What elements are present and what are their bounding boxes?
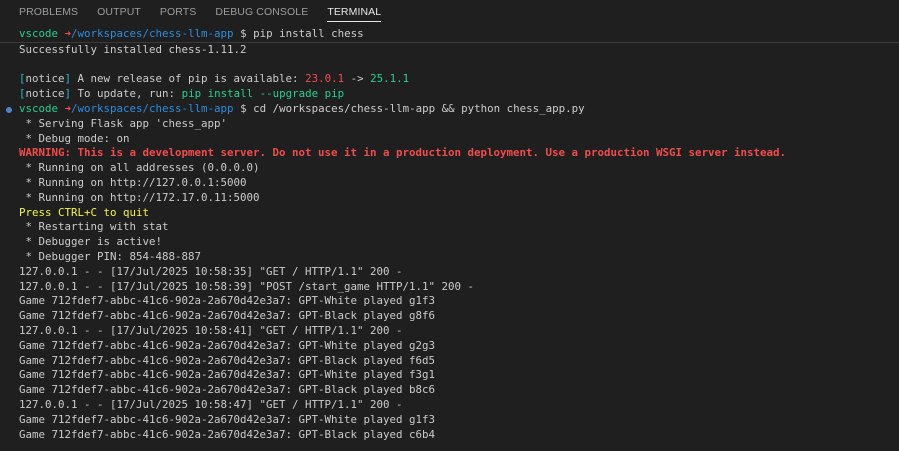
terminal-quit-hint: Press CTRL+C to quit: [19, 205, 150, 219]
log-line: Game 712fdef7-abbc-41c6-902a-2a670d42e3a…: [19, 309, 436, 323]
terminal-line: * Restarting with stat: [19, 220, 169, 234]
tab-ports[interactable]: PORTS: [160, 0, 196, 25]
log-line: Game 712fdef7-abbc-41c6-902a-2a670d42e3a…: [19, 338, 436, 352]
tab-terminal[interactable]: TERMINAL: [327, 0, 381, 25]
command-status-dot-icon[interactable]: [6, 106, 12, 113]
prompt-user: vscode: [19, 27, 59, 40]
terminal-output[interactable]: vscode ➜/workspaces/chess-llm-app $ pip …: [0, 27, 899, 451]
notice-tag: notice: [25, 87, 65, 101]
log-line: Game 712fdef7-abbc-41c6-902a-2a670d42e3a…: [19, 368, 436, 382]
log-line: 127.0.0.1 - - [17/Jul/2025 10:58:41] "GE…: [19, 323, 403, 337]
terminal-warning-line: WARNING: This is a development server. D…: [19, 146, 787, 160]
pip-old-version: 23.0.1: [305, 72, 345, 86]
log-line: 127.0.0.1 - - [17/Jul/2025 10:58:47] "GE…: [19, 397, 403, 411]
notice-arrow: ->: [344, 72, 371, 86]
prompt-path: /workspaces/chess-llm-app: [71, 101, 234, 115]
prompt-user: vscode: [19, 101, 59, 115]
notice-text: A new release of pip is available:: [71, 72, 306, 86]
terminal-line: * Debug mode: on: [19, 131, 130, 145]
terminal-prompt-line: vscode ➜/workspaces/chess-llm-app $ cd /…: [0, 102, 899, 117]
terminal-notice-line: [notice] To update, run: pip install --u…: [0, 87, 899, 102]
pip-new-version: 25.1.1: [370, 72, 410, 86]
pip-upgrade-command: pip install --upgrade pip: [181, 87, 345, 101]
terminal-line: * Running on all addresses (0.0.0.0): [19, 161, 260, 175]
terminal-notice-line: [notice] A new release of pip is availab…: [0, 72, 899, 87]
notice-text: To update, run:: [71, 87, 182, 101]
prompt-dollar: $: [240, 27, 247, 40]
log-line: 127.0.0.1 - - [17/Jul/2025 10:58:39] "PO…: [19, 279, 475, 293]
prompt-command: cd /workspaces/chess-llm-app && python c…: [253, 101, 585, 115]
terminal-line: * Debugger is active!: [19, 235, 163, 249]
log-line: Game 712fdef7-abbc-41c6-902a-2a670d42e3a…: [19, 412, 436, 426]
notice-tag: notice: [25, 72, 65, 86]
terminal-line: * Running on http://127.0.0.1:5000: [19, 175, 247, 189]
terminal-prompt-line: vscode ➜/workspaces/chess-llm-app $ pip …: [0, 27, 899, 43]
terminal-line: Successfully installed chess-1.11.2: [19, 42, 247, 56]
terminal-line: * Serving Flask app 'chess_app': [19, 116, 228, 130]
tab-debug-console[interactable]: DEBUG CONSOLE: [215, 0, 308, 25]
log-line: Game 712fdef7-abbc-41c6-902a-2a670d42e3a…: [19, 427, 436, 441]
log-line: Game 712fdef7-abbc-41c6-902a-2a670d42e3a…: [19, 353, 436, 367]
log-line: 127.0.0.1 - - [17/Jul/2025 10:58:35] "GE…: [19, 264, 403, 278]
prompt-dollar: $: [240, 101, 247, 115]
log-line: Game 712fdef7-abbc-41c6-902a-2a670d42e3a…: [19, 294, 436, 308]
panel-tab-bar: PROBLEMS OUTPUT PORTS DEBUG CONSOLE TERM…: [0, 0, 899, 25]
tab-problems[interactable]: PROBLEMS: [19, 0, 78, 25]
log-line: Game 712fdef7-abbc-41c6-902a-2a670d42e3a…: [19, 383, 436, 397]
prompt-path: /workspaces/chess-llm-app: [71, 27, 234, 40]
terminal-line: * Running on http://172.17.0.11:5000: [19, 190, 260, 204]
terminal-line: * Debugger PIN: 854-488-887: [19, 249, 202, 263]
tab-output[interactable]: OUTPUT: [97, 0, 141, 25]
prompt-command: pip install chess: [253, 27, 364, 40]
